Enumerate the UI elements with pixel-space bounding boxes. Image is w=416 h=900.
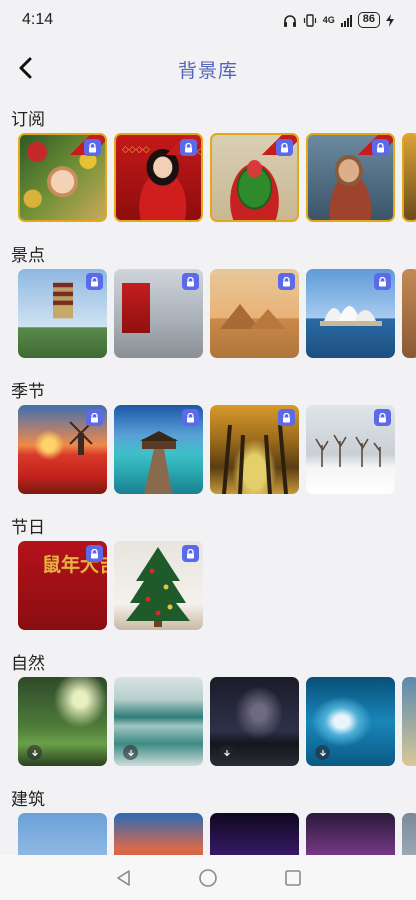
lock-icon	[182, 273, 199, 290]
thumbnail-christmas-tree[interactable]	[114, 541, 203, 630]
lock-icon	[374, 273, 391, 290]
status-time: 4:14	[22, 11, 54, 28]
network-type: 4G	[322, 15, 335, 25]
lock-icon	[86, 409, 103, 426]
thumbnail-row	[18, 269, 416, 358]
section-title: 节日	[11, 518, 45, 538]
thumbnail-new-year-poster[interactable]: 鼠年大吉	[18, 541, 107, 630]
section-subscription: 订阅 ◇◇◇◇ ◇◇◇◇	[0, 100, 416, 236]
thumbnail-peek[interactable]	[402, 269, 416, 358]
lock-icon	[182, 545, 199, 562]
thumbnail-ferris-wheel[interactable]	[306, 813, 395, 855]
thumbnail-autumn-trees[interactable]	[210, 405, 299, 494]
section-seasons: 季节	[0, 372, 416, 508]
system-navigation-bar	[0, 855, 416, 900]
lock-icon	[180, 139, 197, 156]
section-scenic-spots: 景点	[0, 236, 416, 372]
thumbnail-row: 鼠年大吉	[18, 541, 203, 630]
thumbnail-forest-sunlight[interactable]	[18, 677, 107, 766]
lock-icon	[278, 273, 295, 290]
lock-icon	[372, 139, 389, 156]
thumbnail-statue-of-liberty[interactable]	[18, 813, 107, 855]
thumbnail-ocean-wave[interactable]	[306, 677, 395, 766]
nav-home-button[interactable]	[193, 863, 223, 893]
signal-icon	[340, 14, 352, 27]
lock-icon	[182, 409, 199, 426]
triangle-back-icon	[116, 869, 130, 886]
thumbnail-portrait-flowers[interactable]	[18, 133, 107, 222]
status-icons: 4G 86	[283, 12, 394, 28]
battery-level: 86	[357, 12, 380, 28]
charging-icon	[386, 13, 394, 27]
thumbnail-peek[interactable]	[402, 677, 416, 766]
download-icon	[219, 745, 234, 760]
header: 背景库	[0, 44, 416, 92]
thumbnail-row	[18, 677, 416, 766]
thumbnail-pyramids[interactable]	[210, 269, 299, 358]
section-title: 订阅	[11, 110, 45, 130]
decorative-text: ◇◇◇◇	[122, 145, 150, 155]
lock-icon	[374, 409, 391, 426]
circle-home-icon	[199, 868, 217, 887]
page-title: 背景库	[177, 60, 238, 82]
download-icon	[123, 745, 138, 760]
thumbnail-yellow-crane-tower[interactable]	[18, 269, 107, 358]
section-architecture: 建筑	[0, 780, 416, 855]
thumbnail-city-night[interactable]	[210, 813, 299, 855]
vibrate-icon	[303, 13, 316, 27]
thumbnail-man-eating[interactable]	[306, 133, 395, 222]
thumbnail-peek[interactable]	[402, 133, 416, 222]
nav-back-button[interactable]	[108, 863, 138, 893]
square-recents-icon	[285, 869, 302, 886]
lock-icon	[86, 545, 103, 562]
headphones-icon	[283, 14, 296, 27]
nav-recents-button[interactable]	[278, 863, 308, 893]
section-title: 季节	[11, 382, 45, 402]
thumbnail-winter-trees[interactable]	[306, 405, 395, 494]
thumbnail-tulip-windmill[interactable]	[18, 405, 107, 494]
thumbnail-london-phone-box[interactable]	[114, 269, 203, 358]
thumbnail-sydney-opera-house[interactable]	[306, 269, 395, 358]
thumbnail-watermelon-slice[interactable]	[210, 133, 299, 222]
status-bar: 4:14 4G 86	[0, 0, 416, 40]
thumbnail-row: ◇◇◇◇ ◇◇◇◇	[18, 133, 416, 222]
background-library-list[interactable]: 订阅 ◇◇◇◇ ◇◇◇◇ 景点	[0, 100, 416, 855]
thumbnail-palace-facade[interactable]	[114, 813, 203, 855]
lock-icon	[86, 273, 103, 290]
download-icon	[315, 745, 330, 760]
thumbnail-row	[18, 813, 416, 855]
poster-text: 鼠年大吉	[42, 554, 107, 576]
section-title: 自然	[11, 654, 45, 674]
lock-icon	[278, 409, 295, 426]
lock-icon	[276, 139, 293, 156]
lock-icon	[84, 139, 101, 156]
section-title: 景点	[11, 246, 45, 266]
thumbnail-mountain-lake[interactable]	[114, 677, 203, 766]
thumbnail-row	[18, 405, 395, 494]
thumbnail-starry-night[interactable]	[210, 677, 299, 766]
thumbnail-beach-pier[interactable]	[114, 405, 203, 494]
section-title: 建筑	[11, 790, 45, 810]
thumbnail-peek[interactable]	[402, 813, 416, 855]
section-nature: 自然	[0, 644, 416, 780]
download-icon	[27, 745, 42, 760]
thumbnail-portrait-red-dress[interactable]: ◇◇◇◇ ◇◇◇◇	[114, 133, 203, 222]
section-holidays: 节日 鼠年大吉	[0, 508, 416, 644]
